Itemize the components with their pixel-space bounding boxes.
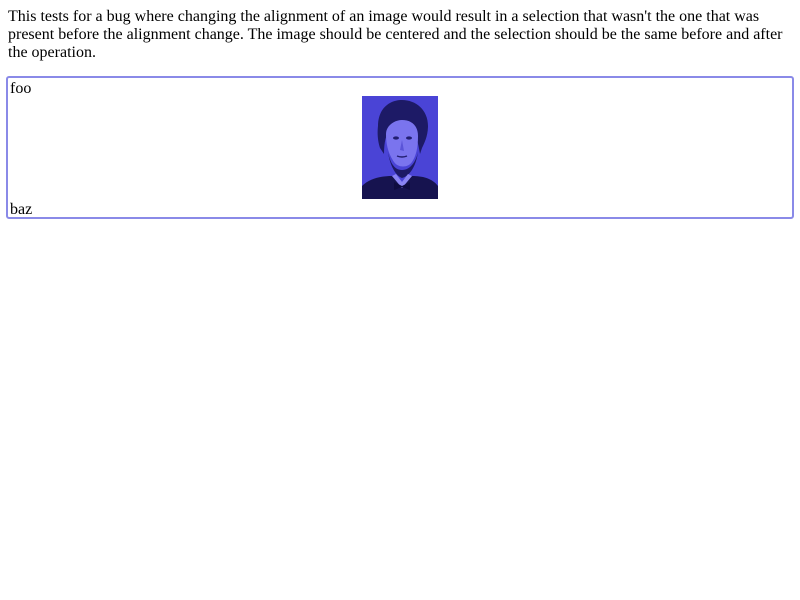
instructions-text: This tests for a bug where changing the … [8, 8, 783, 61]
page: This tests for a bug where changing the … [0, 0, 800, 600]
selection-indicator [10, 217, 32, 219]
portrait-image[interactable] [362, 96, 438, 199]
portrait-icon [362, 96, 438, 199]
editor-line-foo[interactable]: foo [10, 80, 31, 98]
editable-region[interactable]: foo baz [6, 76, 794, 219]
